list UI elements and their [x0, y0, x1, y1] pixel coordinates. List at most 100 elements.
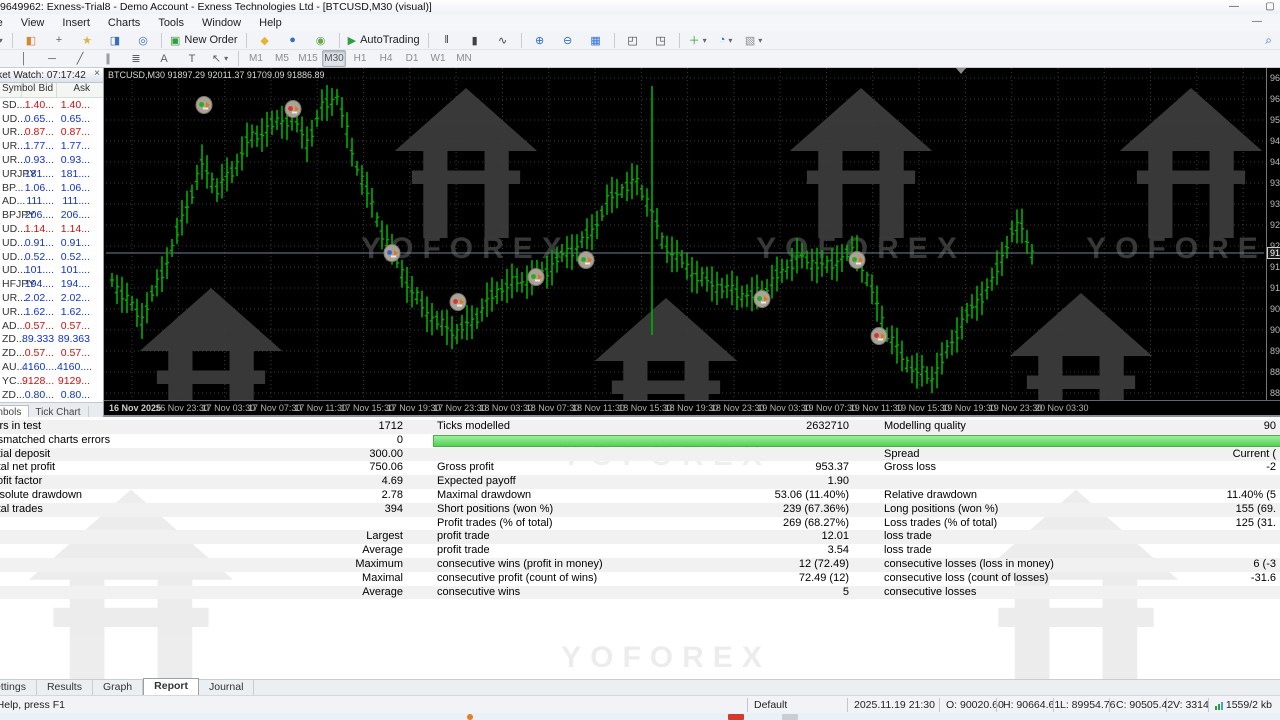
market-watch-row[interactable]: UD... 0.91... 0.91...	[0, 236, 103, 250]
tester-tab[interactable]: Journal	[199, 680, 254, 695]
timeframe-button[interactable]: W1	[426, 50, 450, 67]
toolbar-button[interactable]: + ▾	[46, 31, 72, 49]
report-label-1: Profit factor	[0, 475, 276, 489]
toolbar-button[interactable]: ▶ AutoTrading ▾	[345, 31, 423, 49]
price-axis[interactable]: 9660096050955009495094400938509330092750…	[1266, 68, 1280, 400]
ask-price: 89.363	[57, 333, 93, 345]
market-watch-row[interactable]: HFJPY 194.... 194....	[0, 277, 103, 291]
drawing-tool-button[interactable]: + ▾	[0, 50, 9, 68]
timeframe-button[interactable]: M15	[296, 50, 320, 67]
toolbar-button[interactable]: ⊖ ▾	[555, 31, 581, 49]
timeframe-button[interactable]: M5	[270, 50, 294, 67]
child-minimize-button[interactable]: —	[1252, 16, 1262, 27]
market-watch-row[interactable]: ZD... 0.57... 0.57...	[0, 346, 103, 360]
toolbar-button[interactable]: ⊕ ▾	[527, 31, 553, 49]
timeframe-button[interactable]: H4	[374, 50, 398, 67]
market-watch-row[interactable]: UR... 0.93... 0.93...	[0, 153, 103, 167]
toolbar-button[interactable]: ◰ ▾	[620, 31, 646, 49]
market-watch-header[interactable]: Market Watch: 07:17:42 ×	[0, 68, 103, 83]
menu-item[interactable]: Insert	[53, 14, 99, 31]
chart-window[interactable]: BTCUSD,M30 91897.29 92011.37 91709.09 91…	[104, 68, 1280, 417]
market-watch-row[interactable]: AD... 0.57... 0.57...	[0, 319, 103, 333]
drawing-tool-button[interactable]: A ▾	[151, 50, 177, 68]
toolbar-button[interactable]: ◧ ▾	[18, 31, 44, 49]
toolbar-button[interactable]: ▮ ▾	[462, 31, 488, 49]
market-watch-row[interactable]: UR... 1.62... 1.62...	[0, 305, 103, 319]
toolbar-button[interactable]: ＋ ▾	[685, 31, 711, 49]
toolbar-button[interactable]: ▦ ▾	[583, 31, 609, 49]
tester-tab[interactable]: Results	[37, 680, 93, 695]
toolbar-button[interactable]: ★ ▾	[74, 31, 100, 49]
menu-item[interactable]: Window	[193, 14, 250, 31]
taskbar-icon[interactable]	[467, 714, 473, 720]
time-axis-label: 19 Nov 11:30	[850, 403, 903, 413]
column-ask[interactable]: Ask	[57, 83, 93, 97]
market-watch-row[interactable]: ZD... 89.333 89.363	[0, 333, 103, 347]
drawing-tool-button[interactable]: │ ▾	[11, 50, 37, 68]
time-axis-label: 18 Nov 11:30	[572, 403, 625, 413]
menu-item[interactable]: File	[0, 14, 12, 31]
market-watch-row[interactable]: UD... 0.52... 0.52...	[0, 250, 103, 264]
market-watch-row[interactable]: UD... 101.... 101....	[0, 264, 103, 278]
chart-plot-area[interactable]: YOFOREXYOFOREXYOFOREX	[106, 68, 1264, 400]
drawing-tool-button[interactable]: T ▾	[179, 50, 205, 68]
windows-taskbar[interactable]	[0, 713, 1280, 720]
tester-tab[interactable]: Report	[143, 678, 199, 695]
report-value-2: 72.49 (12)	[712, 572, 849, 586]
drawing-tool-button[interactable]: ∥ ▾	[95, 50, 121, 68]
taskbar-icon[interactable]	[782, 714, 798, 720]
drawing-tool-button[interactable]: ≣ ▾	[123, 50, 149, 68]
toolbar-button[interactable]: ● ▾	[280, 31, 306, 49]
menu-item[interactable]: Tools	[149, 14, 193, 31]
market-watch-row[interactable]: YC... 9128... 9129...	[0, 374, 103, 388]
timeframe-button[interactable]: M1	[244, 50, 268, 67]
timeframe-button[interactable]: MN	[452, 50, 476, 67]
market-watch-row[interactable]: ZD... 0.80... 0.80...	[0, 388, 103, 402]
market-watch-row[interactable]: URJPY 181.... 181....	[0, 167, 103, 181]
drawing-tool-button[interactable]: ↖ ▾	[207, 50, 233, 68]
time-axis[interactable]: 16 Nov 202516 Nov 23:3017 Nov 03:3017 No…	[104, 400, 1280, 416]
drawing-tool-button[interactable]: ╱ ▾	[67, 50, 93, 68]
status-profile[interactable]: Default	[747, 698, 847, 712]
toolbar-button[interactable]: ◆ ▾	[252, 31, 278, 49]
maximize-button[interactable]: ▢	[1258, 1, 1280, 13]
magnifier-icon[interactable]: ⌕	[1265, 33, 1272, 48]
timeframe-button[interactable]: H1	[348, 50, 372, 67]
market-watch-row[interactable]: UR... 1.77... 1.77...	[0, 139, 103, 153]
market-watch-row[interactable]: UR... 0.87... 0.87...	[0, 126, 103, 140]
market-watch-row[interactable]: UR... 2.02... 2.02...	[0, 291, 103, 305]
market-watch-row[interactable]: SD... 1.40... 1.40...	[0, 98, 103, 112]
toolbar-button[interactable]: ◉ ▾	[308, 31, 334, 49]
timeframe-button[interactable]: D1	[400, 50, 424, 67]
report-label-3: Spread	[884, 448, 1153, 462]
market-watch-row[interactable]: UD... 0.65... 0.65...	[0, 112, 103, 126]
market-watch-row[interactable]: BPJPY 206.... 206....	[0, 208, 103, 222]
menu-item[interactable]: View	[12, 14, 54, 31]
toolbar-button[interactable]: ▣ New Order ▾	[167, 31, 241, 49]
menu-item[interactable]: Help	[250, 14, 291, 31]
toolbar-button[interactable]: ◔ ▾	[713, 31, 739, 49]
drawing-tool-button[interactable]: ─ ▾	[39, 50, 65, 68]
market-watch-row[interactable]: UD... 1.14... 1.14...	[0, 222, 103, 236]
close-icon[interactable]: ×	[94, 68, 100, 79]
taskbar-icon[interactable]	[728, 714, 744, 720]
toolbar-button[interactable]: ◎ ▾	[130, 31, 156, 49]
column-symbol[interactable]: Symbol	[0, 83, 22, 97]
report-label-3: Long positions (won %)	[884, 503, 1153, 517]
toolbar-button[interactable]: ▤ ▾	[0, 31, 7, 49]
toolbar-button[interactable]: ▧ ▾	[741, 31, 767, 49]
toolbar-button[interactable]: ∿ ▾	[490, 31, 516, 49]
toolbar-button[interactable]: ‖ ▾	[434, 31, 460, 49]
toolbar-button[interactable]: ◳ ▾	[648, 31, 674, 49]
toolbar-button[interactable]: ◨ ▾	[102, 31, 128, 49]
market-watch-row[interactable]: AD... 111.... 111....	[0, 195, 103, 209]
minimize-button[interactable]: —	[1222, 1, 1246, 13]
tester-tab[interactable]: Graph	[93, 680, 143, 695]
menu-item[interactable]: Charts	[99, 14, 149, 31]
svg-text:YOFOREX: YOFOREX	[561, 641, 771, 674]
timeframe-button[interactable]: M30	[322, 50, 346, 67]
column-bid[interactable]: Bid	[22, 83, 57, 97]
tester-tab[interactable]: Settings	[0, 680, 37, 695]
market-watch-row[interactable]: AU... 4160.... 4160....	[0, 360, 103, 374]
market-watch-row[interactable]: BP... 1.06... 1.06...	[0, 181, 103, 195]
